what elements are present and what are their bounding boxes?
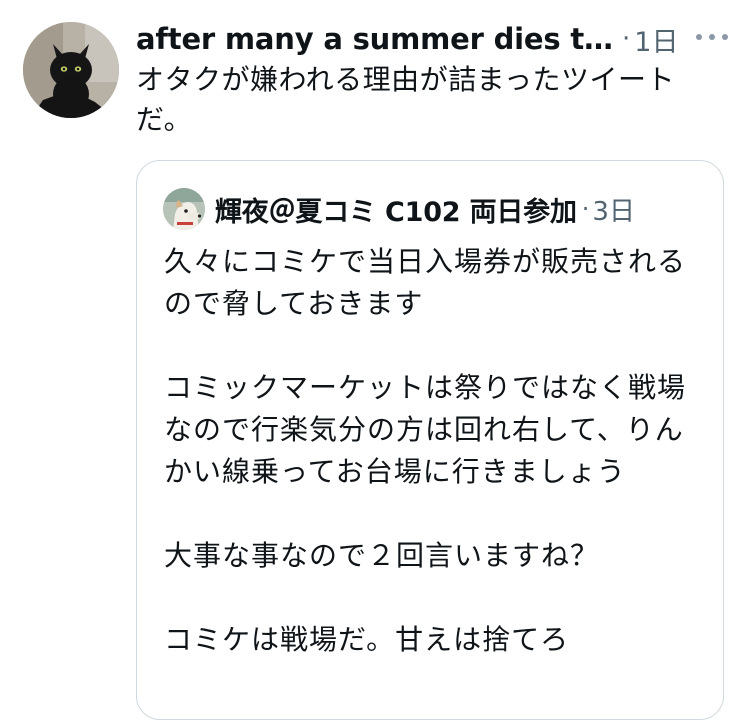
- quote-timestamp[interactable]: 3日: [592, 191, 635, 228]
- quote-separator-dot: ·: [581, 195, 590, 223]
- more-options-icon[interactable]: [696, 27, 728, 47]
- quote-display-name[interactable]: 輝夜＠夏コミ C102 両日参加: [215, 190, 577, 229]
- quote-header: 輝夜＠夏コミ C102 両日参加 · 3日: [163, 187, 703, 231]
- tweet-header: after many a summer dies the... · 1日: [136, 17, 728, 61]
- timestamp[interactable]: 1日: [634, 20, 678, 59]
- dot-3: [722, 34, 728, 40]
- dot-2: [709, 34, 715, 40]
- dog-avatar[interactable]: [163, 188, 205, 230]
- dot-1: [696, 34, 702, 40]
- black-cat-avatar[interactable]: [23, 22, 119, 118]
- separator-dot: ·: [622, 24, 631, 54]
- quoted-tweet-card[interactable]: 輝夜＠夏コミ C102 両日参加 · 3日 久々にコミケで当日入場券が販売される…: [136, 160, 724, 720]
- quote-text: 久々にコミケで当日入場券が販売されるので脅しておきます コミックマーケットは祭り…: [164, 245, 687, 656]
- tweet-text: オタクが嫌われる理由が詰まったツイートだ。: [136, 63, 675, 136]
- display-name[interactable]: after many a summer dies the...: [136, 22, 616, 56]
